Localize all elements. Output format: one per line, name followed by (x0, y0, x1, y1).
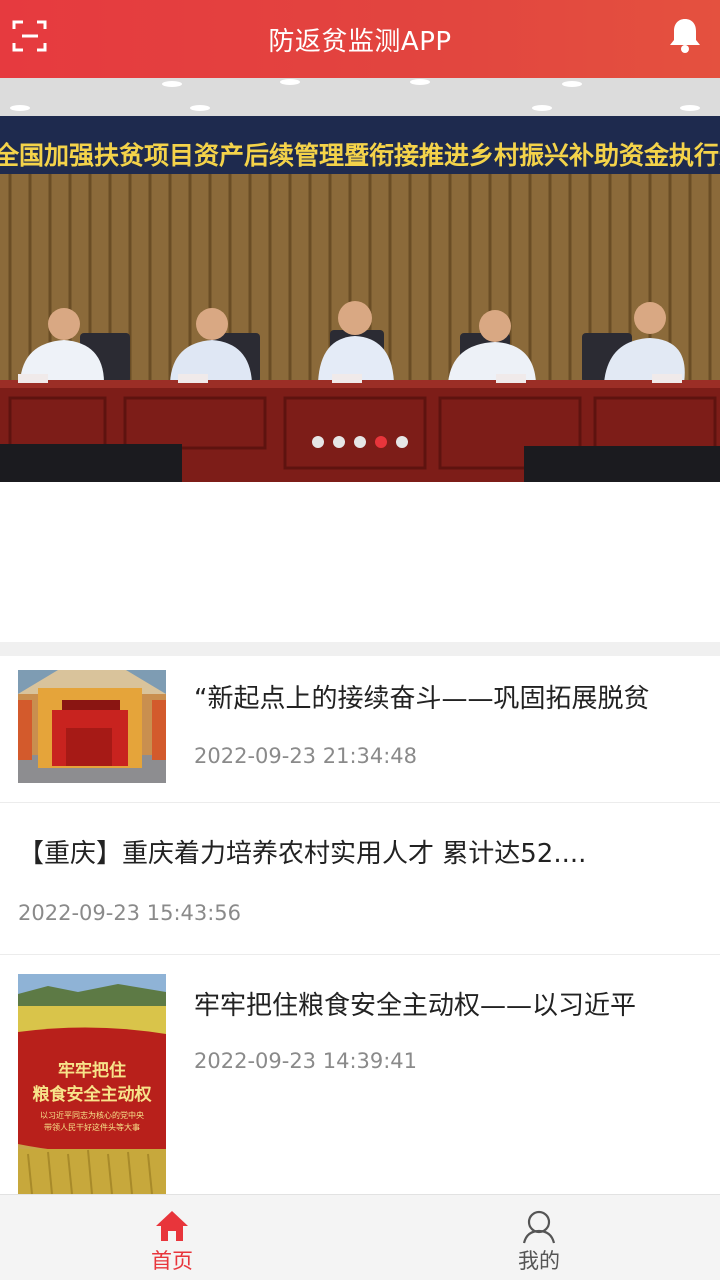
app-header: 防返贫监测APP (0, 0, 720, 78)
news-title: 牢牢把住粮食安全主动权——以习近平 (194, 991, 637, 1021)
thumbnail-text-line2: 粮食安全主动权 (33, 1084, 153, 1105)
tab-mine[interactable]: 我的 (449, 1195, 629, 1280)
carousel-dot[interactable] (333, 436, 345, 448)
news-time: 2022-09-23 21:34:48 (194, 744, 418, 768)
scan-icon[interactable] (12, 18, 48, 54)
page-title: 防返贫监测APP (268, 26, 452, 57)
blank-area (0, 482, 720, 642)
tab-home[interactable]: 首页 (82, 1195, 262, 1280)
carousel-dot[interactable] (396, 436, 408, 448)
news-thumbnail: 牢牢把住 粮食安全主动权 以习近平同志为核心的党中央 带领人民干好这件头等大事 (18, 974, 166, 1194)
news-time: 2022-09-23 14:39:41 (194, 1049, 418, 1073)
news-item[interactable]: “新起点上的接续奋斗——巩固拓展脱贫 2022-09-23 21:34:48 (0, 656, 720, 803)
carousel-indicator (0, 436, 720, 448)
banner-caption: 全国加强扶贫项目资产后续管理暨衔接推进乡村振兴补助资金执行进度调度视频会议 (0, 141, 720, 170)
person-icon (522, 1210, 556, 1244)
carousel-dot-active[interactable] (375, 436, 387, 448)
thumbnail-text-line1: 牢牢把住 (58, 1060, 126, 1081)
section-divider (0, 642, 720, 656)
news-title: “新起点上的接续奋斗——巩固拓展脱贫 (194, 684, 650, 714)
tab-label-home: 首页 (151, 1249, 193, 1273)
carousel-dot[interactable] (354, 436, 366, 448)
bottom-tab-bar: 首页 我的 (0, 1194, 720, 1280)
news-time: 2022-09-23 15:43:56 (18, 901, 242, 925)
thumbnail-text-line3: 以习近平同志为核心的党中央 (40, 1110, 144, 1120)
news-thumbnail (18, 670, 166, 783)
news-item[interactable]: 【重庆】重庆着力培养农村实用人才 累计达52.... 2022-09-23 15… (0, 803, 720, 955)
news-item[interactable]: 牢牢把住 粮食安全主动权 以习近平同志为核心的党中央 带领人民干好这件头等大事 … (0, 955, 720, 1194)
banner-carousel[interactable]: 全国加强扶贫项目资产后续管理暨衔接推进乡村振兴补助资金执行进度调度视频会议 (0, 78, 720, 482)
thumbnail-text-line4: 带领人民干好这件头等大事 (44, 1122, 140, 1132)
carousel-dot[interactable] (312, 436, 324, 448)
tab-label-mine: 我的 (518, 1249, 560, 1273)
home-icon (156, 1211, 188, 1241)
news-title: 【重庆】重庆着力培养农村实用人才 累计达52.... (18, 839, 587, 869)
bell-icon[interactable] (668, 16, 702, 54)
